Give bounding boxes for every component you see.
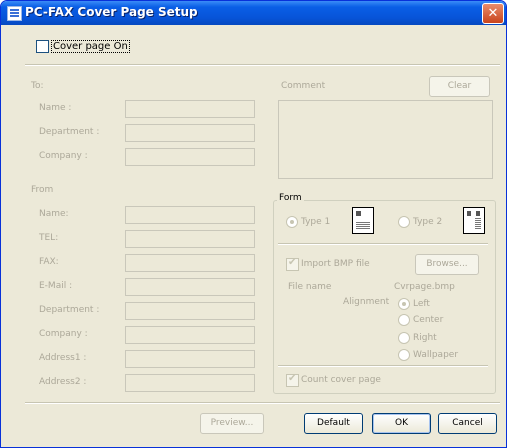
app-icon [7, 6, 22, 21]
from-name-field[interactable] [125, 206, 255, 224]
from-tel-label: TEL: [39, 233, 59, 243]
alignment-label: Alignment [343, 297, 390, 307]
to-name-label: Name : [39, 103, 72, 113]
align-left-radio[interactable] [398, 298, 410, 310]
from-fax-label: FAX: [39, 257, 59, 267]
separator-bottom [25, 402, 500, 404]
ok-button[interactable]: OK [372, 413, 431, 434]
form-separator-2 [278, 365, 488, 367]
form-legend: Form [277, 193, 304, 203]
type1-label: Type 1 [301, 217, 331, 227]
from-address1-field[interactable] [125, 350, 255, 368]
from-heading: From [31, 185, 54, 195]
from-address1-label: Address1 : [39, 353, 87, 363]
import-bmp-label: Import BMP file [301, 259, 370, 269]
align-right-label: Right [413, 333, 437, 343]
from-department-label: Department : [39, 305, 100, 315]
to-company-field[interactable] [125, 148, 255, 166]
from-email-field[interactable] [125, 278, 255, 296]
close-icon: ✕ [487, 6, 499, 21]
dialog-window: PC-FAX Cover Page Setup ✕ Cover page On … [0, 0, 507, 448]
from-address2-field[interactable] [125, 374, 255, 392]
align-center-label: Center [413, 315, 444, 325]
type1-page-icon [352, 207, 374, 234]
check-icon: ✔ [288, 257, 297, 268]
file-name-label: File name [288, 282, 332, 292]
cover-page-checkbox[interactable] [36, 40, 49, 53]
align-right-radio[interactable] [398, 332, 410, 344]
browse-button[interactable]: Browse... [415, 254, 479, 275]
comment-textarea[interactable] [278, 100, 493, 179]
file-name-value: Cvrpage.bmp [394, 282, 455, 292]
count-cover-checkbox[interactable]: ✔ [286, 373, 299, 387]
separator-top [25, 64, 500, 66]
comment-label: Comment [281, 81, 326, 91]
count-cover-label: Count cover page [301, 375, 381, 385]
to-company-label: Company : [39, 151, 88, 161]
to-heading: To: [31, 81, 44, 91]
to-department-label: Department : [39, 127, 100, 137]
from-address2-label: Address2 : [39, 377, 87, 387]
from-department-field[interactable] [125, 302, 255, 320]
from-name-label: Name: [39, 209, 69, 219]
form-separator-1 [278, 243, 488, 245]
close-button[interactable]: ✕ [482, 3, 504, 24]
title-bar[interactable]: PC-FAX Cover Page Setup ✕ [1, 1, 506, 25]
cover-page-label[interactable]: Cover page On [51, 40, 130, 53]
cancel-button[interactable]: Cancel [438, 413, 497, 434]
default-button[interactable]: Default [304, 413, 363, 434]
from-company-field[interactable] [125, 326, 255, 344]
import-bmp-checkbox[interactable]: ✔ [286, 257, 299, 271]
to-name-field[interactable] [125, 100, 255, 118]
to-department-field[interactable] [125, 124, 255, 142]
align-left-label: Left [413, 299, 430, 309]
check-icon: ✔ [288, 373, 297, 384]
from-email-label: E-Mail : [39, 281, 73, 291]
type2-label: Type 2 [413, 217, 443, 227]
from-company-label: Company : [39, 329, 88, 339]
from-tel-field[interactable] [125, 230, 255, 248]
align-center-radio[interactable] [398, 314, 410, 326]
type2-page-icon [463, 207, 485, 234]
preview-button[interactable]: Preview... [200, 413, 264, 434]
type1-radio[interactable] [286, 216, 298, 228]
type2-radio[interactable] [398, 216, 410, 228]
from-fax-field[interactable] [125, 254, 255, 272]
window-title: PC-FAX Cover Page Setup [25, 5, 198, 19]
align-wallpaper-radio[interactable] [398, 349, 410, 361]
align-wallpaper-label: Wallpaper [413, 350, 459, 360]
clear-button[interactable]: Clear [429, 76, 490, 97]
